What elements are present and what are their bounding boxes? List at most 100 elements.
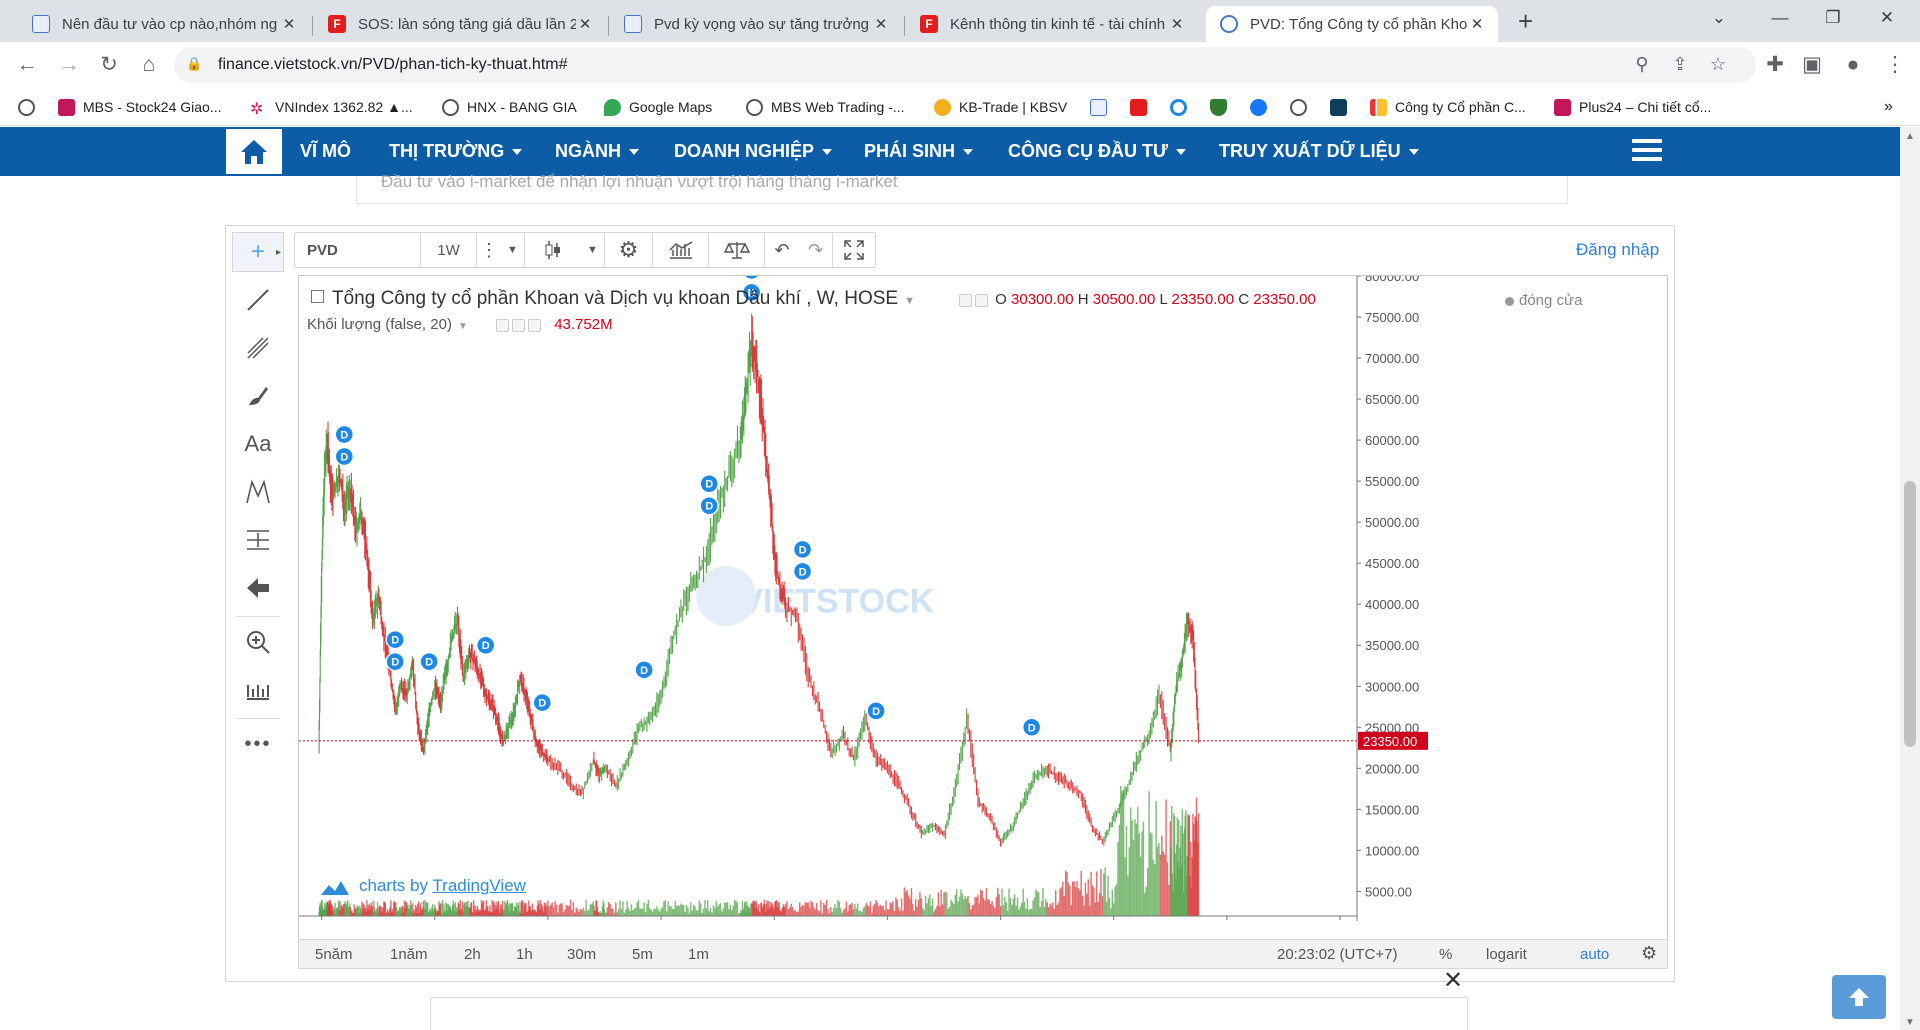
share-icon[interactable]: ⇪ <box>1668 54 1692 76</box>
redo-icon[interactable]: ↷ <box>799 233 833 267</box>
range-1h[interactable]: 1h <box>516 946 533 963</box>
bookmark-item[interactable] <box>18 96 43 118</box>
bookmark-item[interactable]: MBS - Stock24 Giao... <box>58 96 222 118</box>
ad-banner[interactable]: Đầu tư vào i-market để nhận lợi nhuận vư… <box>356 172 1568 204</box>
browser-tab[interactable]: Pvd kỳ vọng vào sự tăng trưởng ✕ <box>610 6 902 42</box>
hamburger-menu-icon[interactable] <box>1632 139 1662 165</box>
minimize-icon[interactable]: — <box>1765 8 1795 32</box>
settings-gear-icon[interactable]: ⚙ <box>605 233 653 267</box>
omnibox[interactable]: 🔒 finance.vietstock.vn/PVD/phan-tich-ky-… <box>174 47 1756 83</box>
range-1y[interactable]: 1năm <box>390 946 428 963</box>
collapse-legend-icon[interactable] <box>311 290 324 304</box>
symbol-input[interactable]: PVD <box>295 233 421 267</box>
close-window-icon[interactable]: ✕ <box>1872 8 1902 32</box>
eye-icon[interactable] <box>959 293 972 307</box>
close-tab-icon[interactable]: ✕ <box>1468 15 1486 33</box>
profile-avatar-icon[interactable]: ● <box>1838 50 1868 80</box>
close-price-label[interactable]: đóng cửa <box>1505 292 1582 309</box>
bookmark-item[interactable]: Google Maps <box>604 96 712 118</box>
menu-kebab-icon[interactable]: ⋮ <box>1880 50 1910 80</box>
time-axis[interactable]: 2007200920112013201520172019202120232025 <box>299 915 1357 921</box>
close-tab-icon[interactable]: ✕ <box>872 15 890 33</box>
log-toggle[interactable]: logarit <box>1486 946 1527 963</box>
nav-item-phai-sinh[interactable]: PHÁI SINH <box>864 141 974 162</box>
nav-item-cong-cu-dau-tu[interactable]: CÔNG CỤ ĐẦU TƯ <box>1008 141 1186 162</box>
pattern-tool[interactable] <box>232 472 284 512</box>
eye-icon[interactable] <box>496 318 510 332</box>
nav-item-vi-mo[interactable]: VĨ MÔ <box>300 141 351 162</box>
lock-drawings-tool[interactable] <box>232 670 284 710</box>
interval-dropdown-icon[interactable]: ▼ <box>501 233 525 267</box>
browser-tab-active[interactable]: PVD: Tổng Công ty cổ phần Khoa ✕ <box>1206 6 1498 42</box>
range-5m[interactable]: 5m <box>632 946 653 963</box>
browser-tab[interactable]: F Kênh thông tin kinh tế - tài chính ✕ <box>906 6 1198 42</box>
close-icon[interactable] <box>528 318 542 332</box>
indicators-button[interactable] <box>653 233 709 267</box>
reload-icon[interactable]: ↻ <box>94 50 124 80</box>
browser-tab[interactable]: F SOS: làn sóng tăng giá dầu lần 2 ✕ <box>314 6 606 42</box>
nav-item-nganh[interactable]: NGÀNH <box>555 141 639 162</box>
settings-icon[interactable] <box>975 293 988 307</box>
compare-button[interactable] <box>709 233 765 267</box>
login-link[interactable]: Đăng nhập <box>1576 240 1659 260</box>
bookmark-item[interactable]: ✲ VNIndex 1362.82 ▲... <box>250 96 413 118</box>
crosshair-tool[interactable]: + ▸ <box>232 232 284 272</box>
scrollbar-thumb[interactable] <box>1904 481 1916 747</box>
candle-style-button[interactable] <box>525 233 581 267</box>
bookmark-item[interactable]: Công ty Cổ phần C... <box>1370 96 1526 118</box>
chevron-down-icon[interactable]: ▼ <box>904 295 915 307</box>
close-tab-icon[interactable]: ✕ <box>280 15 298 33</box>
bookmark-item[interactable] <box>1210 96 1235 118</box>
scroll-down-icon[interactable]: ▼ <box>1905 1017 1915 1028</box>
zoom-tool[interactable] <box>232 622 284 662</box>
browser-tab[interactable]: Nên đầu tư vào cp nào,nhóm ng ✕ <box>18 6 310 42</box>
nav-item-thi-truong[interactable]: THỊ TRƯỜNG <box>389 141 523 162</box>
text-tool[interactable]: Aa <box>232 424 284 464</box>
bookmark-item[interactable]: Plus24 – Chi tiết cổ... <box>1554 96 1711 118</box>
auto-scale-toggle[interactable]: auto <box>1580 946 1609 963</box>
close-tab-icon[interactable]: ✕ <box>576 15 594 33</box>
chart-pane[interactable]: VIETSTOCK DDDDDDDDDDDDDDDD 80000.00 75000… <box>298 275 1668 945</box>
chart-style-dropdown-icon[interactable]: ▼ <box>581 233 605 267</box>
bookmark-item[interactable]: MBS Web Trading -... <box>746 96 905 118</box>
scroll-to-top-button[interactable] <box>1832 975 1886 1019</box>
chevron-down-icon[interactable]: ▼ <box>458 321 468 332</box>
home-icon[interactable]: ⌂ <box>134 50 164 80</box>
fib-tool[interactable] <box>232 328 284 368</box>
page-scrollbar[interactable]: ▲ ▼ <box>1900 127 1920 1030</box>
bookmark-item[interactable] <box>1250 96 1275 118</box>
bookmark-item[interactable]: KB-Trade | KBSV <box>934 96 1067 118</box>
range-1m[interactable]: 1m <box>688 946 709 963</box>
trend-line-tool[interactable] <box>232 280 284 320</box>
bookmark-item[interactable] <box>1130 96 1155 118</box>
settings-icon[interactable] <box>512 318 526 332</box>
fullscreen-button[interactable] <box>833 233 875 267</box>
lock-icon[interactable]: 🔒 <box>186 56 202 72</box>
chart-settings-gear-icon[interactable]: ⚙ <box>1641 943 1657 964</box>
forward-icon[interactable]: → <box>54 50 84 80</box>
home-button[interactable] <box>226 129 282 174</box>
nav-item-doanh-nghiep[interactable]: DOANH NGHIỆP <box>674 141 833 162</box>
interval-more-icon[interactable]: ⋮ <box>477 233 501 267</box>
bookmark-item[interactable] <box>1170 96 1195 118</box>
range-2h[interactable]: 2h <box>464 946 481 963</box>
remove-drawings-tool[interactable] <box>232 568 284 608</box>
range-5y[interactable]: 5năm <box>315 946 353 963</box>
clock-timezone[interactable]: 20:23:02 (UTC+7) <box>1277 946 1397 963</box>
interval-button[interactable]: 1W <box>421 233 477 267</box>
price-chart-svg[interactable]: VIETSTOCK DDDDDDDDDDDDDDDD 80000.00 75000… <box>299 276 1669 921</box>
bookmark-star-icon[interactable]: ☆ <box>1706 54 1730 76</box>
back-icon[interactable]: ← <box>12 50 42 80</box>
bookmarks-overflow-button[interactable]: » <box>1884 96 1893 118</box>
range-30m[interactable]: 30m <box>567 946 596 963</box>
nav-item-truy-xuat-du-lieu[interactable]: TRUY XUẤT DỮ LIỆU <box>1219 141 1419 162</box>
restore-icon[interactable]: ❐ <box>1818 8 1848 32</box>
close-widget-icon[interactable]: ✕ <box>1443 966 1463 995</box>
new-tab-button[interactable]: + <box>1518 6 1533 37</box>
scroll-up-icon[interactable]: ▲ <box>1905 131 1915 142</box>
percent-toggle[interactable]: % <box>1439 946 1452 963</box>
side-panel-icon[interactable]: ▣ <box>1797 50 1827 80</box>
more-tools[interactable]: ••• <box>232 724 284 764</box>
bookmark-item[interactable]: HNX - BANG GIA <box>442 96 577 118</box>
zoom-icon[interactable]: ⚲ <box>1630 54 1654 76</box>
